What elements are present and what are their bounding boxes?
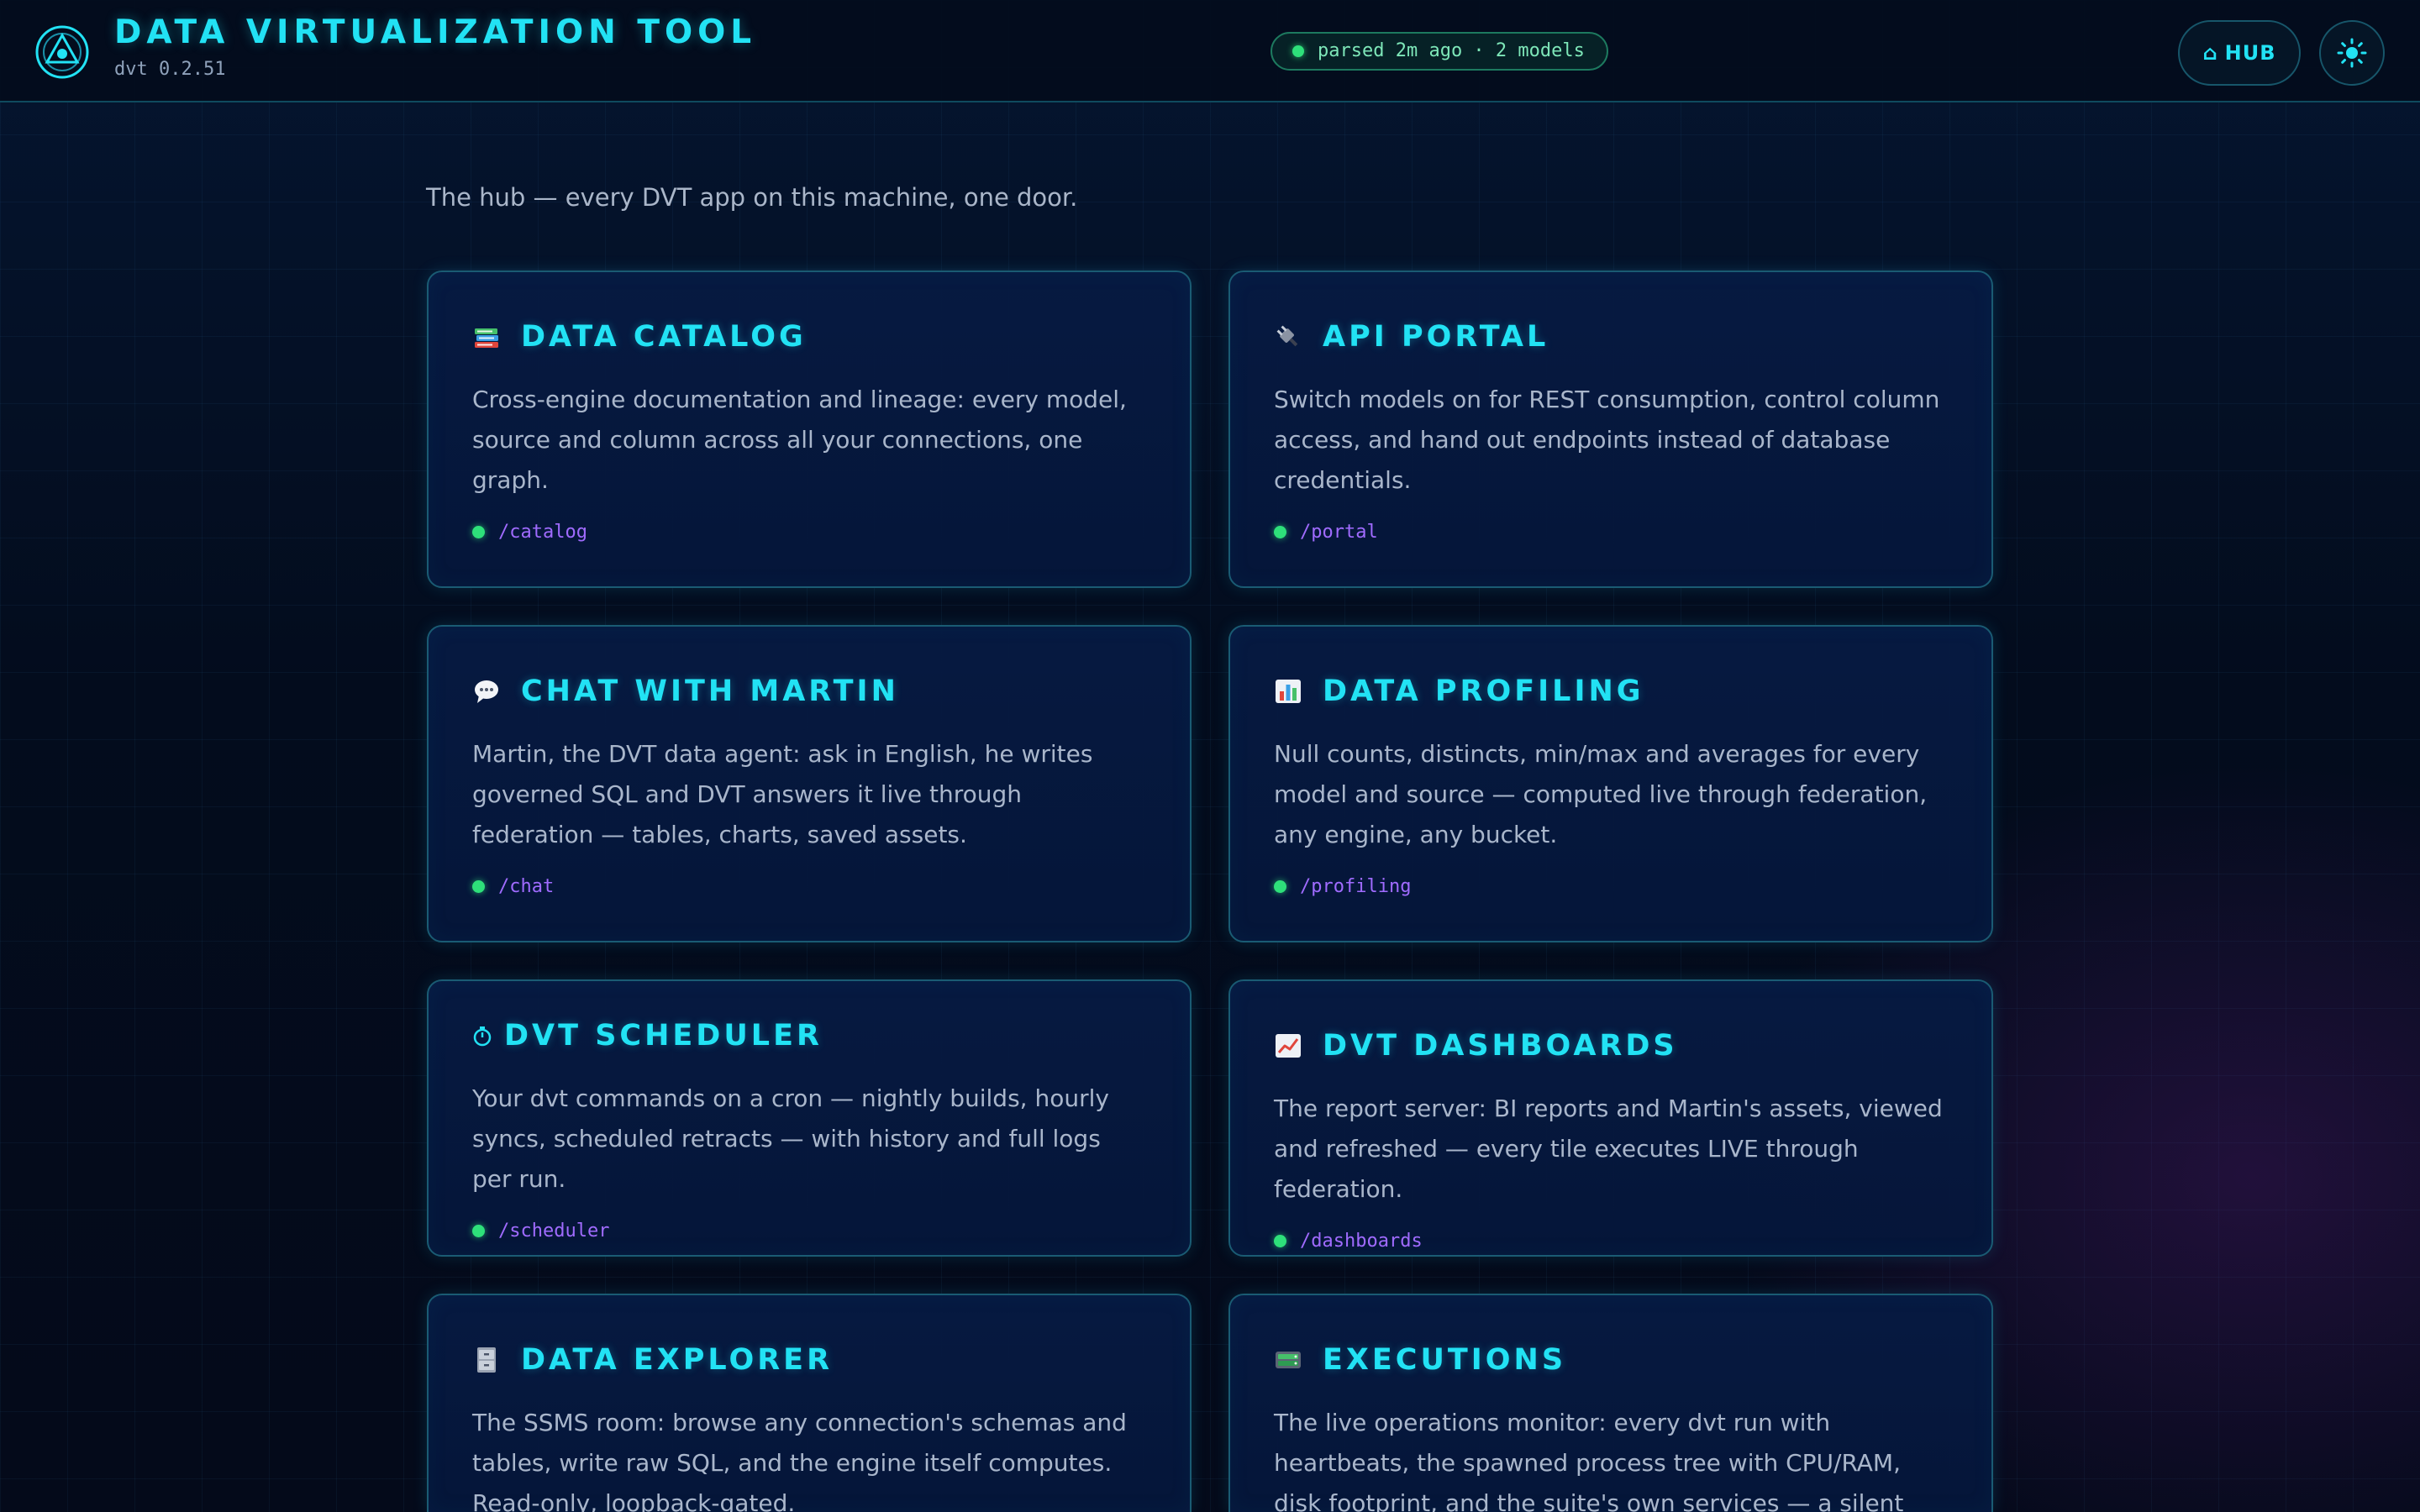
card-route[interactable]: /scheduler (472, 1218, 1146, 1243)
card-route[interactable]: /profiling (1274, 874, 1948, 899)
card-description: Null counts, distincts, min/max and aver… (1274, 740, 1928, 848)
hub-button[interactable]: ⌂ HUB (2178, 20, 2301, 86)
card-name: DATA EXPLORER (521, 1343, 834, 1377)
route-link[interactable]: /portal (1300, 522, 1378, 543)
app-card-chat-with-martin[interactable]: CHAT WITH MARTIN Martin, the DVT data ag… (427, 625, 1192, 942)
logo-icon[interactable] (34, 24, 91, 81)
card-title: DVT DASHBOARDS (1274, 1025, 1948, 1067)
app-card-dvt-dashboards[interactable]: DVT DASHBOARDS The report server: BI rep… (1228, 979, 1993, 1257)
card-name: DVT DASHBOARDS (1323, 1029, 1678, 1063)
status-dot-icon (1274, 1234, 1286, 1247)
app-card-data-catalog[interactable]: DATA CATALOG Cross-engine documentation … (427, 270, 1192, 588)
card-description: The report server: BI reports and Martin… (1274, 1095, 1943, 1203)
route-link[interactable]: /dashboards (1300, 1231, 1423, 1252)
card-description: Switch models on for REST consumption, c… (1274, 386, 1940, 494)
status-dot-icon (1274, 879, 1286, 893)
trend-chart-icon (1274, 1032, 1302, 1059)
parse-status-text: parsed 2m ago · 2 models (1318, 40, 1585, 61)
card-description: The SSMS room: browse any connection's s… (472, 1409, 1127, 1512)
server-icon (1274, 1347, 1302, 1373)
bar-chart-icon (1274, 678, 1302, 705)
card-title: DATA EXPLORER (472, 1339, 1146, 1381)
card-name: CHAT WITH MARTIN (521, 675, 899, 708)
sun-icon (2337, 38, 2367, 68)
card-description: Martin, the DVT data agent: ask in Engli… (472, 740, 1093, 848)
card-name: API PORTAL (1323, 320, 1549, 354)
card-description: The live operations monitor: every dvt r… (1274, 1409, 1904, 1512)
card-route[interactable]: /dashboards (1274, 1228, 1948, 1253)
hub-button-label: HUB (2224, 41, 2276, 65)
top-bar: DATA VIRTUALIZATION TOOL dvt 0.2.51 pars… (0, 0, 2420, 102)
app-card-executions[interactable]: EXECUTIONS The live operations monitor: … (1228, 1294, 1993, 1512)
card-description: Cross-engine documentation and lineage: … (472, 386, 1127, 494)
card-name: DATA CATALOG (521, 320, 807, 354)
card-name: EXECUTIONS (1323, 1343, 1567, 1377)
card-title: DATA CATALOG (472, 316, 1146, 358)
app-card-data-profiling[interactable]: DATA PROFILING Null counts, distincts, m… (1228, 625, 1993, 942)
speech-bubble-icon (472, 678, 501, 705)
app-card-data-explorer[interactable]: DATA EXPLORER The SSMS room: browse any … (427, 1294, 1192, 1512)
card-description: Your dvt commands on a cron — nightly bu… (472, 1084, 1109, 1193)
card-route[interactable]: /chat (472, 874, 1146, 899)
plug-icon (1274, 323, 1302, 350)
route-link[interactable]: /chat (498, 876, 554, 897)
route-link[interactable]: /catalog (498, 522, 587, 543)
status-dot-icon (1274, 525, 1286, 538)
card-title: DATA PROFILING (1274, 670, 1948, 712)
app-title: DATA VIRTUALIZATION TOOL (114, 13, 757, 51)
route-link[interactable]: /profiling (1300, 876, 1411, 897)
file-cabinet-icon (472, 1347, 501, 1373)
stopwatch-icon (472, 1022, 492, 1049)
card-name: DVT SCHEDULER (504, 1019, 823, 1053)
card-title: CHAT WITH MARTIN (472, 670, 1146, 712)
app-card-api-portal[interactable]: API PORTAL Switch models on for REST con… (1228, 270, 1993, 588)
status-dot-icon (472, 525, 485, 538)
home-icon: ⌂ (2202, 41, 2218, 65)
books-icon (472, 323, 501, 350)
route-link[interactable]: /scheduler (498, 1221, 609, 1242)
app-card-dvt-scheduler[interactable]: DVT SCHEDULER Your dvt commands on a cro… (427, 979, 1192, 1257)
card-route[interactable]: /portal (1274, 519, 1948, 544)
parse-status-badge: parsed 2m ago · 2 models (1270, 32, 1608, 71)
status-dot-icon (472, 879, 485, 893)
card-title: API PORTAL (1274, 316, 1948, 358)
card-name: DATA PROFILING (1323, 675, 1644, 708)
card-route[interactable]: /catalog (472, 519, 1146, 544)
card-title: EXECUTIONS (1274, 1339, 1948, 1381)
card-title: DVT SCHEDULER (472, 1015, 1146, 1057)
hub-intro-text: The hub — every DVT app on this machine,… (426, 183, 1078, 212)
app-version: dvt 0.2.51 (114, 59, 226, 80)
status-dot-icon (472, 1224, 485, 1237)
status-dot-icon (1292, 45, 1304, 57)
theme-toggle-button[interactable] (2319, 20, 2385, 86)
